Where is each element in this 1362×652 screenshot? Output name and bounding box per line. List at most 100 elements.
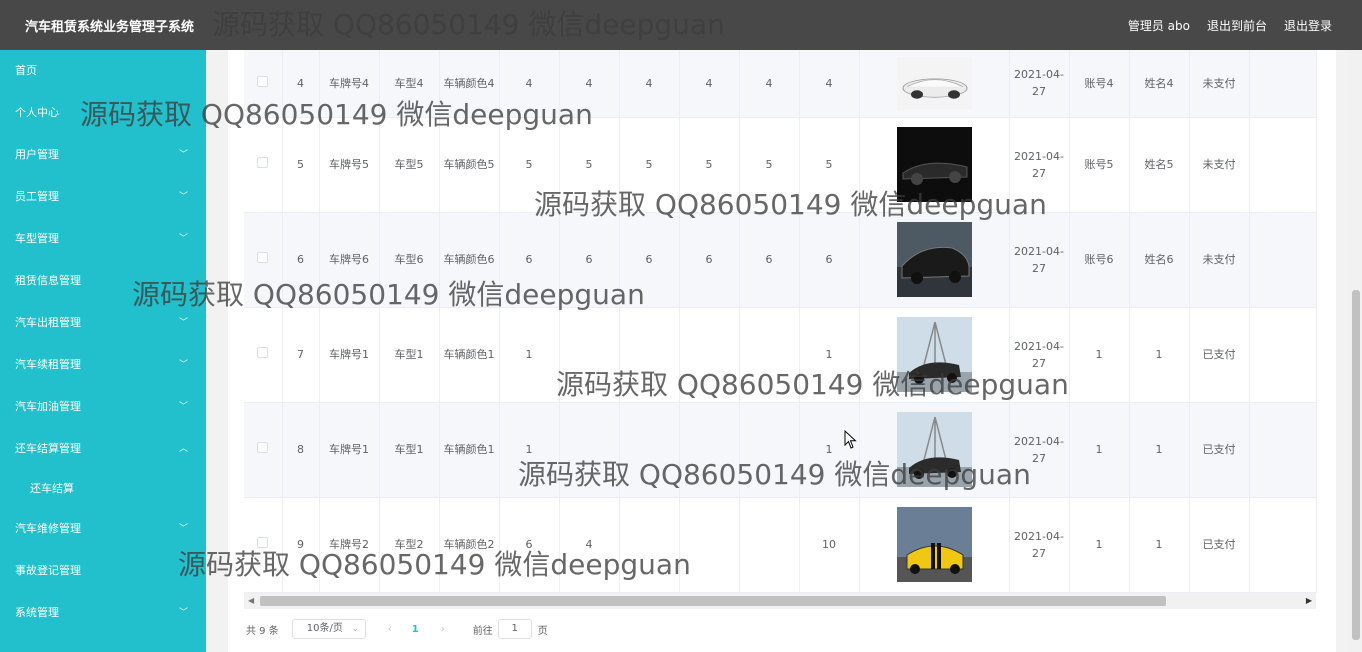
table-row[interactable]: 8 车牌号1 车型1 车辆颜色1 1 1 2021-04-27 1 1 已支付 <box>244 402 1317 498</box>
app-title: 汽车租赁系统业务管理子系统 <box>25 20 195 35</box>
row-checkbox[interactable] <box>257 442 269 453</box>
cell-c5 <box>739 402 800 498</box>
header-actions: 管理员 abo 退出到前台 退出登录 <box>1128 17 1332 34</box>
chevron-down-icon: ﹀ <box>178 360 188 370</box>
chevron-down-icon: ﹀ <box>178 150 188 160</box>
scroll-left-icon[interactable]: ◀ <box>248 596 254 605</box>
cell-plate: 车牌号1 <box>319 402 380 498</box>
cell-c4 <box>679 307 740 403</box>
cell-idx: 7 <box>282 307 320 403</box>
next-page-icon[interactable]: › <box>441 624 445 635</box>
goto-page-input[interactable]: 1 <box>497 619 532 639</box>
sidebar-item[interactable]: 还车结算管理 ︿ <box>0 428 206 470</box>
cell-actions <box>1249 307 1317 403</box>
cell-c3: 6 <box>619 212 680 308</box>
row-checkbox-cell[interactable] <box>244 117 283 213</box>
cell-model: 车型2 <box>379 497 440 593</box>
sidebar-item[interactable]: 首页 <box>0 50 206 92</box>
sidebar-item[interactable]: 员工管理 ﹀ <box>0 176 206 218</box>
cell-status: 未支付 <box>1189 117 1250 213</box>
prev-page-icon[interactable]: ‹ <box>388 624 392 635</box>
cell-account: 账号4 <box>1069 50 1130 118</box>
vertical-scroll-thumb[interactable] <box>1352 290 1360 640</box>
cell-status: 已支付 <box>1189 307 1250 403</box>
cell-account: 账号5 <box>1069 117 1130 213</box>
sidebar-item[interactable]: 汽车续租管理 ﹀ <box>0 344 206 386</box>
row-checkbox[interactable] <box>257 537 269 548</box>
cell-color: 车辆颜色4 <box>439 50 500 118</box>
row-checkbox-cell[interactable] <box>244 50 283 118</box>
table-row[interactable]: 9 车牌号2 车型2 车辆颜色2 6 4 10 2021-04-27 1 1 已支付 <box>244 497 1317 593</box>
sidebar-item[interactable]: 车型管理 ﹀ <box>0 218 206 260</box>
cell-c2: 4 <box>559 497 620 593</box>
cell-c6: 10 <box>799 497 860 593</box>
cell-c1: 1 <box>499 307 560 403</box>
row-checkbox-cell[interactable] <box>244 307 283 403</box>
row-checkbox[interactable] <box>257 157 269 168</box>
cell-status: 未支付 <box>1189 212 1250 308</box>
pagination: 共 9 条 10条/页 ⌄ ‹ 1 › 前往 1 页 <box>246 619 548 639</box>
user-label[interactable]: 管理员 abo <box>1128 17 1190 34</box>
cell-color: 车辆颜色5 <box>439 117 500 213</box>
sidebar-item[interactable]: 汽车维修管理 ﹀ <box>0 508 206 550</box>
sidebar-item-label: 个人中心 <box>15 106 59 119</box>
cell-name: 1 <box>1129 402 1190 498</box>
cell-image <box>859 212 1010 308</box>
sidebar-item[interactable]: 用户管理 ﹀ <box>0 134 206 176</box>
sidebar-item-label: 还车结算 <box>30 482 74 495</box>
cell-c6: 4 <box>799 50 860 118</box>
chevron-down-icon: ﹀ <box>178 234 188 244</box>
cell-color: 车辆颜色6 <box>439 212 500 308</box>
sidebar-item-label: 还车结算管理 <box>15 442 81 455</box>
cell-account: 1 <box>1069 307 1130 403</box>
current-page[interactable]: 1 <box>412 624 419 635</box>
cell-idx: 9 <box>282 497 320 593</box>
row-checkbox-cell[interactable] <box>244 212 283 308</box>
chevron-down-icon: ﹀ <box>178 192 188 202</box>
table-row[interactable]: 5 车牌号5 车型5 车辆颜色5 5 5 5 5 5 5 2021-04-27 账号5 姓名5 未支付 <box>244 117 1317 213</box>
sidebar-item[interactable]: 汽车出租管理 ﹀ <box>0 302 206 344</box>
cell-c1: 1 <box>499 402 560 498</box>
sidebar-item[interactable]: 汽车加油管理 ﹀ <box>0 386 206 428</box>
cell-c2 <box>559 402 620 498</box>
table-row[interactable]: 4 车牌号4 车型4 车辆颜色4 4 4 4 4 4 4 2021-04-27 账号4 姓名4 未支付 <box>244 50 1317 118</box>
chevron-down-icon: ﹀ <box>178 402 188 412</box>
vertical-scrollbar[interactable] <box>1350 50 1362 652</box>
car-image <box>896 222 972 297</box>
cell-date: 2021-04-27 <box>1009 50 1070 118</box>
scroll-right-icon[interactable]: ▶ <box>1306 596 1312 605</box>
sidebar-item[interactable]: 还车结算 <box>0 470 206 508</box>
table-row[interactable]: 7 车牌号1 车型1 车辆颜色1 1 1 2021-04-27 1 1 已支付 <box>244 307 1317 403</box>
cell-name: 1 <box>1129 497 1190 593</box>
to-front-link[interactable]: 退出到前台 <box>1207 17 1267 34</box>
row-checkbox[interactable] <box>257 75 269 87</box>
sidebar-item[interactable]: 个人中心 <box>0 92 206 134</box>
cell-plate: 车牌号4 <box>319 50 380 118</box>
cell-idx: 5 <box>282 117 320 213</box>
goto-label: 前往 <box>472 625 493 637</box>
sidebar-item-label: 事故登记管理 <box>15 564 81 577</box>
sidebar-item[interactable]: 租赁信息管理 <box>0 260 206 302</box>
scroll-thumb[interactable] <box>260 596 1166 606</box>
sidebar-item[interactable]: 系统管理 ﹀ <box>0 592 206 634</box>
cell-actions <box>1249 402 1317 498</box>
cell-color: 车辆颜色1 <box>439 402 500 498</box>
cell-name: 姓名6 <box>1129 212 1190 308</box>
horizontal-scrollbar[interactable]: ◀ ▶ <box>244 593 1316 609</box>
row-checkbox-cell[interactable] <box>244 402 283 498</box>
sidebar-item[interactable]: 事故登记管理 <box>0 550 206 592</box>
page-size-value: 10条/页 <box>306 623 343 634</box>
cell-model: 车型1 <box>379 307 440 403</box>
row-checkbox-cell[interactable] <box>244 497 283 593</box>
row-checkbox[interactable] <box>257 252 269 263</box>
cell-model: 车型4 <box>379 50 440 118</box>
logout-link[interactable]: 退出登录 <box>1284 17 1332 34</box>
table-row[interactable]: 6 车牌号6 车型6 车辆颜色6 6 6 6 6 6 6 2021-04-27 账号6 姓名6 未支付 <box>244 212 1317 308</box>
cell-idx: 4 <box>282 50 320 118</box>
cell-model: 车型6 <box>379 212 440 308</box>
row-checkbox[interactable] <box>257 347 269 358</box>
chevron-down-icon: ⌄ <box>352 624 359 633</box>
cell-c3: 4 <box>619 50 680 118</box>
page-size-select[interactable]: 10条/页 ⌄ <box>291 619 366 639</box>
top-bar: 汽车租赁系统业务管理子系统 管理员 abo 退出到前台 退出登录 <box>0 0 1362 50</box>
